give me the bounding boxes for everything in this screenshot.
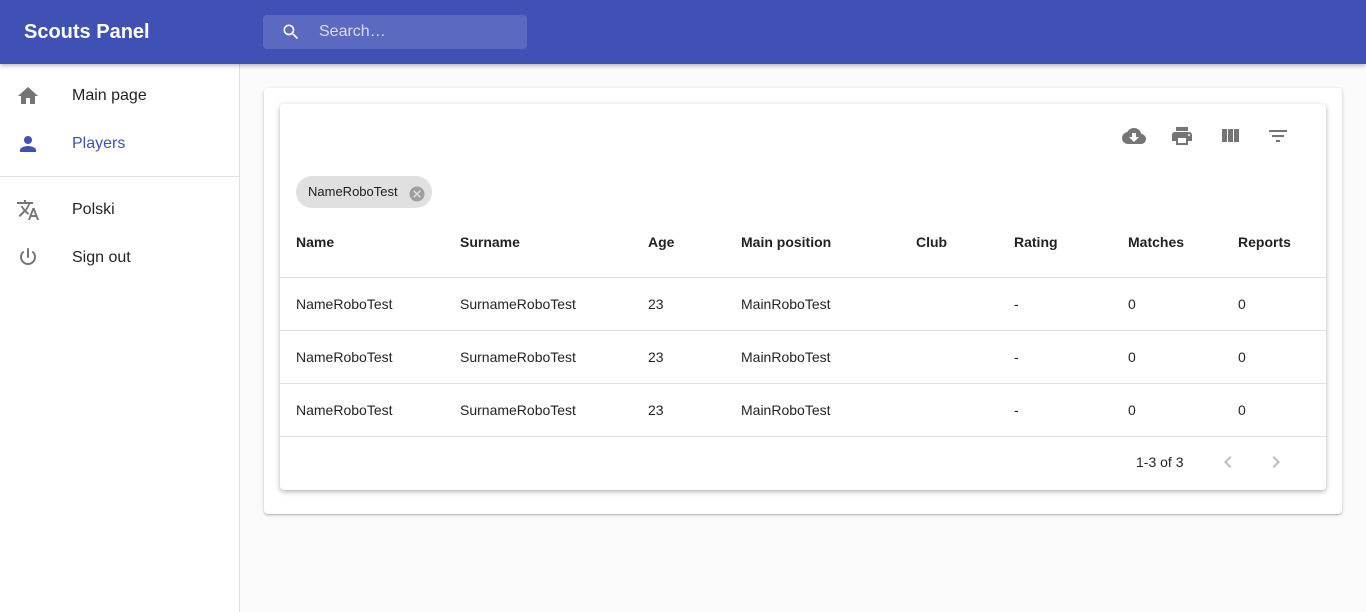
sidebar-item-sign-out[interactable]: Sign out — [0, 234, 239, 282]
chevron-right-icon[interactable] — [1264, 450, 1288, 474]
app-bar: Scouts Panel — [0, 0, 1366, 64]
cell-age: 23 — [648, 402, 664, 418]
app-title: Scouts Panel — [24, 21, 150, 43]
cell-main-position: MainRoboTest — [741, 402, 831, 418]
sidebar-item-language[interactable]: Polski — [0, 186, 239, 234]
filter-chip-label: NameRoboTest — [308, 184, 398, 199]
sidebar-item-label: Polski — [72, 201, 115, 218]
column-header-reports[interactable]: Reports — [1238, 234, 1291, 250]
content-card: NameRoboTest Name Surname Age Main posit… — [264, 88, 1342, 514]
cell-rating: - — [1014, 296, 1019, 312]
column-header-rating[interactable]: Rating — [1014, 234, 1058, 250]
column-header-age[interactable]: Age — [648, 234, 674, 250]
cell-surname: SurnameRoboTest — [460, 349, 576, 365]
cell-name: NameRoboTest — [296, 402, 393, 418]
cell-name: NameRoboTest — [296, 349, 393, 365]
cell-matches: 0 — [1128, 296, 1136, 312]
filter-list-icon[interactable] — [1266, 124, 1290, 148]
table-row[interactable]: NameRoboTest SurnameRoboTest 23 MainRobo… — [280, 278, 1326, 331]
person-icon — [16, 132, 40, 156]
cell-age: 23 — [648, 296, 664, 312]
table-row[interactable]: NameRoboTest SurnameRoboTest 23 MainRobo… — [280, 384, 1326, 437]
sidebar-item-label: Players — [72, 135, 126, 152]
sidebar-item-main-page[interactable]: Main page — [0, 72, 239, 120]
cell-reports: 0 — [1238, 296, 1246, 312]
cell-surname: SurnameRoboTest — [460, 296, 576, 312]
cell-matches: 0 — [1128, 402, 1136, 418]
cell-rating: - — [1014, 349, 1019, 365]
cell-rating: - — [1014, 402, 1019, 418]
sidebar-item-players[interactable]: Players — [0, 120, 239, 168]
cell-name: NameRoboTest — [296, 296, 393, 312]
translate-icon — [16, 198, 40, 222]
column-header-name[interactable]: Name — [296, 234, 334, 250]
row-divider — [280, 436, 1326, 437]
column-header-main-position[interactable]: Main position — [741, 234, 831, 250]
view-column-icon[interactable] — [1218, 124, 1242, 148]
table-row[interactable]: NameRoboTest SurnameRoboTest 23 MainRobo… — [280, 331, 1326, 384]
cancel-icon[interactable] — [408, 183, 426, 202]
sidebar-item-label: Main page — [72, 87, 147, 104]
pagination-range: 1-3 of 3 — [1136, 454, 1184, 470]
cell-reports: 0 — [1238, 349, 1246, 365]
search-box[interactable] — [263, 15, 527, 49]
cell-surname: SurnameRoboTest — [460, 402, 576, 418]
search-input[interactable] — [319, 15, 519, 49]
cell-matches: 0 — [1128, 349, 1136, 365]
sidebar: Main page Players Polski Sign out — [0, 64, 240, 612]
column-header-club[interactable]: Club — [916, 234, 947, 250]
sidebar-divider — [0, 176, 239, 177]
power-icon — [16, 246, 40, 270]
players-table-card: NameRoboTest Name Surname Age Main posit… — [280, 104, 1326, 490]
search-icon — [281, 22, 301, 42]
cell-reports: 0 — [1238, 402, 1246, 418]
home-icon — [16, 84, 40, 108]
filter-chip: NameRoboTest — [296, 176, 432, 208]
chevron-left-icon[interactable] — [1216, 450, 1240, 474]
print-icon[interactable] — [1170, 124, 1194, 148]
cell-main-position: MainRoboTest — [741, 296, 831, 312]
sidebar-item-label: Sign out — [72, 249, 131, 266]
column-header-surname[interactable]: Surname — [460, 234, 520, 250]
cell-main-position: MainRoboTest — [741, 349, 831, 365]
cloud-download-icon[interactable] — [1122, 124, 1146, 148]
column-header-matches[interactable]: Matches — [1128, 234, 1184, 250]
cell-age: 23 — [648, 349, 664, 365]
